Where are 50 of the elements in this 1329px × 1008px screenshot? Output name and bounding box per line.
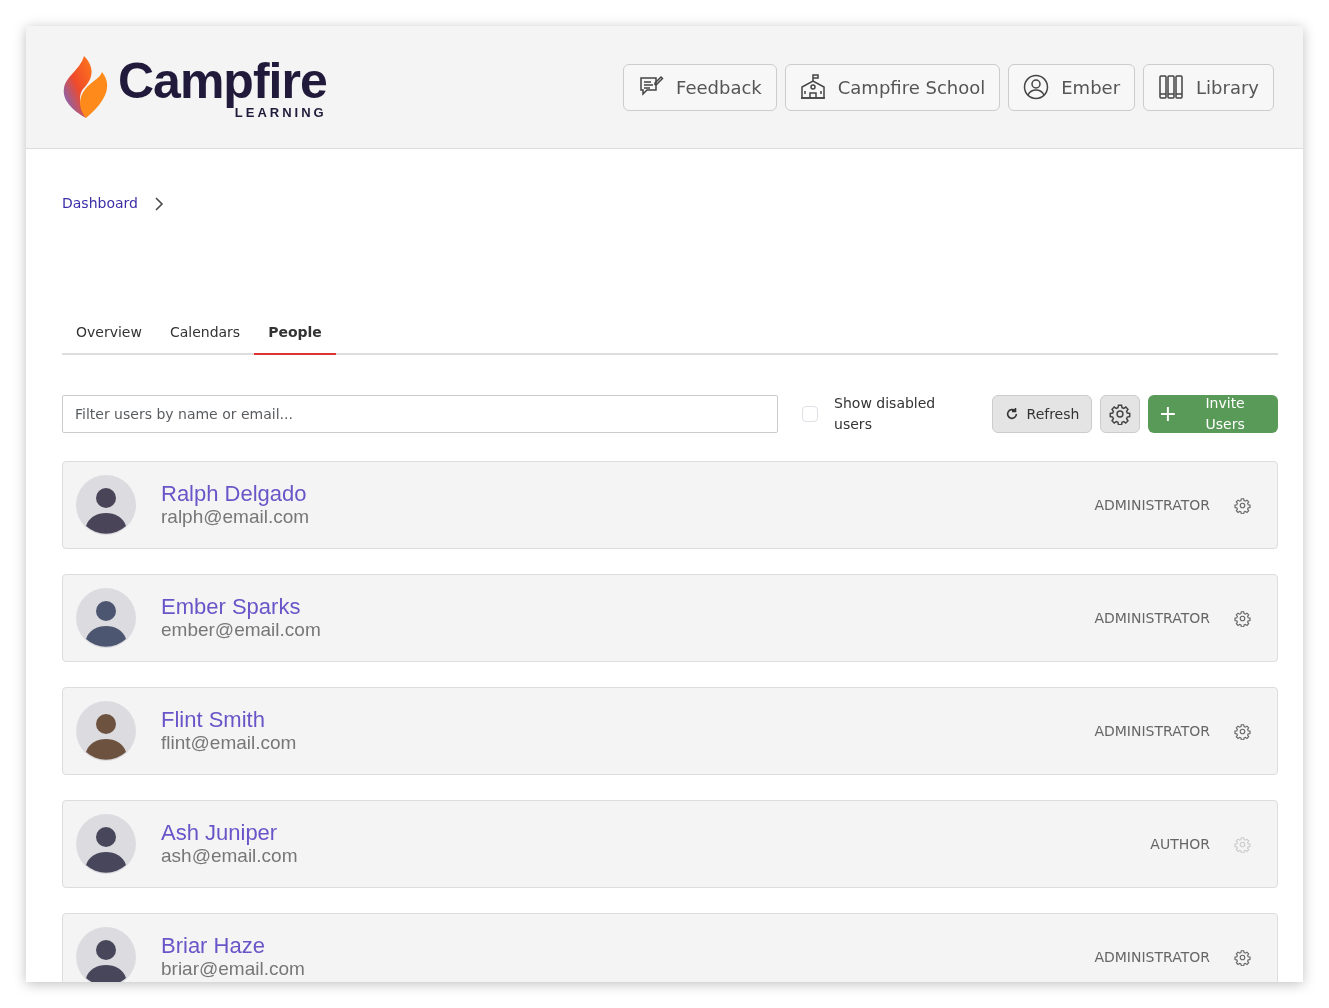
role-label: ADMINISTRATOR	[1094, 947, 1210, 967]
user-settings-button[interactable]	[1234, 609, 1251, 627]
plus-icon	[1160, 406, 1177, 422]
settings-icon	[1234, 948, 1251, 966]
avatar-icon	[75, 700, 137, 762]
user-email: briar@email.com	[161, 957, 305, 981]
user-name-link[interactable]: Ash Juniper	[161, 820, 298, 845]
user-name-link[interactable]: Ember Sparks	[161, 594, 321, 619]
filter-field[interactable]: Filter users by name or email...	[62, 395, 779, 433]
user-settings-button[interactable]	[1234, 722, 1251, 740]
refresh-button[interactable]: Refresh	[991, 395, 1093, 433]
refresh-icon	[1004, 407, 1019, 421]
settings-icon	[1234, 609, 1251, 627]
settings-icon	[1234, 835, 1251, 853]
avatar-icon	[75, 587, 137, 649]
header-button[interactable]: Campfire School	[784, 63, 1001, 111]
role-label: AUTHOR	[1150, 834, 1210, 854]
user-email: ash@email.com	[161, 844, 298, 868]
chevron-right-icon	[153, 196, 164, 211]
user-name-link[interactable]: Briar Haze	[161, 933, 305, 958]
settings-icon	[1234, 496, 1251, 514]
user-name-link[interactable]: Ralph Delgado	[161, 481, 310, 506]
avatar-icon	[75, 813, 137, 875]
breadcrumb-link[interactable]: Dashboard	[62, 193, 138, 214]
books-icon	[1158, 74, 1185, 100]
user-name-link[interactable]: Flint Smith	[161, 707, 297, 732]
school-icon	[799, 74, 826, 100]
logo-tagline: LEARNING	[234, 105, 327, 119]
role-label: ADMINISTRATOR	[1094, 721, 1210, 741]
settings-icon	[1109, 403, 1132, 425]
user-settings-button[interactable]	[1234, 496, 1251, 514]
tab[interactable]: Calendars	[155, 314, 255, 355]
header-button[interactable]: Feedback	[623, 63, 777, 111]
role-label: ADMINISTRATOR	[1094, 608, 1210, 628]
user-email: ralph@email.com	[161, 505, 310, 529]
show-disabled-label: Show disabled users	[834, 394, 937, 434]
logo-wordmark: Campfire	[118, 55, 327, 106]
tab[interactable]: People	[254, 314, 336, 355]
avatar-icon	[75, 474, 137, 536]
user-email: flint@email.com	[161, 731, 297, 755]
header-button[interactable]: Ember	[1008, 63, 1136, 111]
flame-logo-icon	[62, 54, 110, 120]
tab[interactable]: Overview	[62, 314, 156, 355]
user-settings-button[interactable]	[1234, 948, 1251, 966]
user-icon	[1023, 74, 1050, 100]
header-button[interactable]: Library	[1143, 63, 1274, 111]
settings-button[interactable]	[1100, 395, 1141, 433]
user-email: ember@email.com	[161, 618, 321, 642]
role-label: ADMINISTRATOR	[1094, 495, 1210, 515]
settings-icon	[1234, 722, 1251, 740]
